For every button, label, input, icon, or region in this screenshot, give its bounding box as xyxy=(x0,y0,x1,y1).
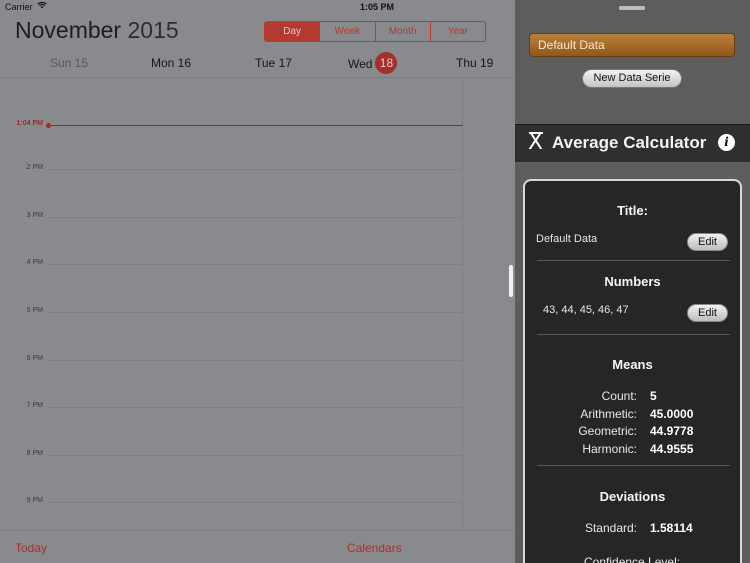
hour-label: 9 PM xyxy=(26,497,43,504)
wifi-icon xyxy=(37,1,47,11)
hour-line xyxy=(48,455,463,456)
hour-label: 6 PM xyxy=(26,355,43,362)
arithmetic-value: 45.0000 xyxy=(650,407,694,421)
title-heading: Title: xyxy=(617,203,648,218)
numbers-heading: Numbers xyxy=(604,274,661,289)
section-divider xyxy=(537,465,730,466)
hour-row-5pm: 5 PM xyxy=(0,307,463,314)
hour-row-3pm: 3 PM xyxy=(0,212,463,219)
calendar-title: November 2015 xyxy=(15,17,179,44)
day-wed-18[interactable]: Wed 18 xyxy=(348,52,398,74)
app-title: Average Calculator xyxy=(552,133,707,152)
segment-month[interactable]: Month xyxy=(374,22,430,41)
arithmetic-key: Arithmetic: xyxy=(580,407,637,421)
hour-row-8pm: 8 PM xyxy=(0,450,463,457)
hour-line xyxy=(48,312,463,313)
standard-key: Standard: xyxy=(584,521,637,535)
segment-week[interactable]: Week xyxy=(319,22,374,41)
means-heading: Means xyxy=(612,357,653,372)
panel-grabber[interactable] xyxy=(619,6,645,10)
hour-label: 7 PM xyxy=(26,402,43,409)
calendar-year: 2015 xyxy=(127,17,179,43)
x-bar-icon: X xyxy=(528,130,544,155)
hour-line xyxy=(48,360,463,361)
count-value: 5 xyxy=(650,389,657,403)
hour-line xyxy=(48,407,463,408)
hour-label: 2 PM xyxy=(26,164,43,171)
current-time-indicator: 1:04 PM xyxy=(0,120,463,128)
count-key: Count: xyxy=(601,389,637,403)
day-column-divider xyxy=(462,78,463,530)
day-strip-divider xyxy=(0,77,515,78)
hour-line xyxy=(48,217,463,218)
hour-label: 8 PM xyxy=(26,450,43,457)
segment-year[interactable]: Year xyxy=(429,22,485,41)
average-calculator-panel: Default Data New Data Serie X Average Ca… xyxy=(515,0,750,563)
dataset-selector[interactable]: Default Data xyxy=(529,33,735,57)
split-view-handle[interactable] xyxy=(509,265,513,297)
deviations-heading: Deviations xyxy=(599,489,666,504)
today-date-badge: 18 xyxy=(375,52,398,74)
carrier-label: Carrier xyxy=(5,2,33,12)
app-header: X Average Calculator i xyxy=(515,124,750,162)
hour-line xyxy=(48,169,463,170)
day-tue-17[interactable]: Tue 17 xyxy=(255,56,292,70)
calendar-toolbar: Today Calendars xyxy=(0,530,515,563)
title-value: Default Data xyxy=(536,233,598,245)
hour-label: 5 PM xyxy=(26,307,43,314)
edit-title-button[interactable]: Edit xyxy=(687,233,728,251)
week-day-strip: Sun 15 Mon 16 Tue 17 Wed 18 Thu 19 xyxy=(0,52,515,76)
geometric-key: Geometric: xyxy=(578,424,637,438)
confidence-level-label: Confidence Level: xyxy=(584,555,681,563)
status-time: 1:05 PM xyxy=(360,2,395,12)
numbers-value: 43, 44, 45, 46, 47 xyxy=(543,304,629,316)
calendar-month: November xyxy=(15,17,122,43)
section-divider xyxy=(537,260,730,261)
day-sun-15[interactable]: Sun 15 xyxy=(50,56,88,70)
geometric-value: 44.9778 xyxy=(650,424,694,438)
hour-line xyxy=(48,264,463,265)
section-divider xyxy=(537,334,730,335)
new-data-serie-button[interactable]: New Data Serie xyxy=(582,69,682,88)
hour-row-9pm: 9 PM xyxy=(0,497,463,504)
hour-row-4pm: 4 PM xyxy=(0,259,463,266)
current-time-line xyxy=(48,125,463,126)
hour-line xyxy=(48,502,463,503)
view-segmented-control: Day Week Month Year xyxy=(264,21,486,42)
edit-numbers-button[interactable]: Edit xyxy=(687,304,728,322)
calendar-view: November 2015 Day Week Month Year Sun 15… xyxy=(0,0,515,563)
info-icon[interactable]: i xyxy=(718,134,735,151)
standard-value: 1.58114 xyxy=(650,521,693,535)
today-button[interactable]: Today xyxy=(15,541,47,555)
hour-label: 3 PM xyxy=(26,212,43,219)
hour-row-7pm: 7 PM xyxy=(0,402,463,409)
hour-row-6pm: 6 PM xyxy=(0,355,463,362)
calendars-button[interactable]: Calendars xyxy=(347,541,402,555)
hour-label: 4 PM xyxy=(26,259,43,266)
day-thu-19[interactable]: Thu 19 xyxy=(456,56,493,70)
day-wed-label: Wed xyxy=(348,57,373,72)
results-card: Title: Default Data Edit Numbers 43, 44,… xyxy=(523,179,742,563)
segment-day[interactable]: Day xyxy=(265,22,320,41)
harmonic-value: 44.9555 xyxy=(650,442,694,456)
hour-row-2pm: 2 PM xyxy=(0,164,463,171)
harmonic-key: Harmonic: xyxy=(582,442,637,456)
day-mon-16[interactable]: Mon 16 xyxy=(151,56,191,70)
current-time-label: 1:04 PM xyxy=(16,120,43,127)
